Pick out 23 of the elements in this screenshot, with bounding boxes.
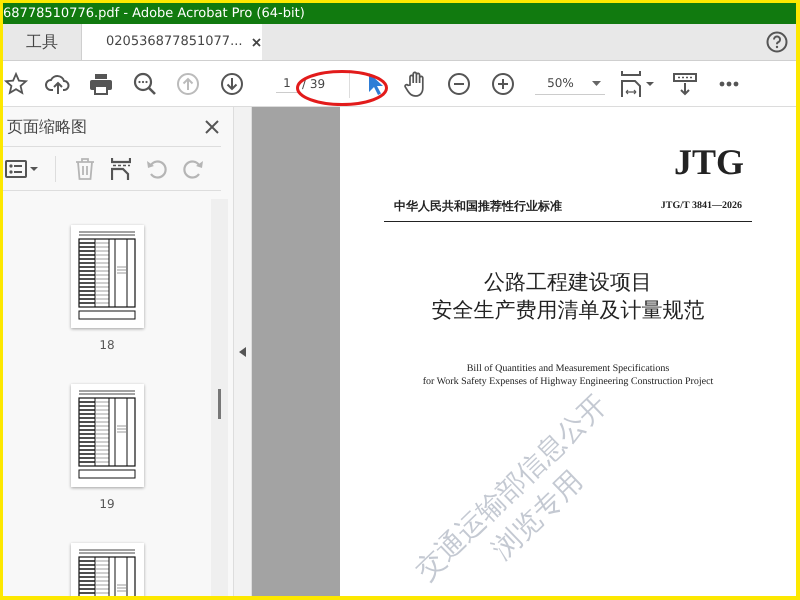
page-thumbnail[interactable] <box>70 225 144 328</box>
english-title: Bill of Quantities and Measurement Specifications <box>466 362 670 375</box>
close-icon[interactable] <box>252 38 262 46</box>
fit-page-icon[interactable] <box>618 68 657 98</box>
tab[interactable]: 020536877851077... <box>82 24 262 60</box>
collapse-arrow-icon[interactable] <box>238 346 246 356</box>
standard-category: 中华人民共和国推荐性行业标准 <box>394 198 562 215</box>
zoom-dropdown[interactable]: 50% <box>535 72 606 95</box>
panel-title: 页面缩略图 <box>6 116 87 138</box>
page-thumbnail[interactable] <box>70 384 144 487</box>
caret-icon <box>592 80 602 86</box>
page-number-field[interactable]: 1 <box>276 74 298 93</box>
page-number: 18 <box>99 337 115 354</box>
page-number: 19 <box>99 496 115 513</box>
english-title: for Work Safety Expenses of Highway Engineering Construction Project <box>422 374 714 388</box>
close-icon[interactable] <box>203 118 221 136</box>
scrollbar-thumb[interactable] <box>218 389 221 419</box>
document-title: 安全生产费用清单及计量规范 <box>430 296 706 324</box>
document-title: 公路工程建设项目 <box>483 268 653 296</box>
scrollbar[interactable] <box>211 199 228 596</box>
window-title: 68778510776.pdf - Adobe Acrobat Pro (64-bit) <box>3 6 305 21</box>
document-logo: JTG <box>672 143 744 183</box>
standard-code: JTG/T 3841—2026 <box>660 199 742 214</box>
